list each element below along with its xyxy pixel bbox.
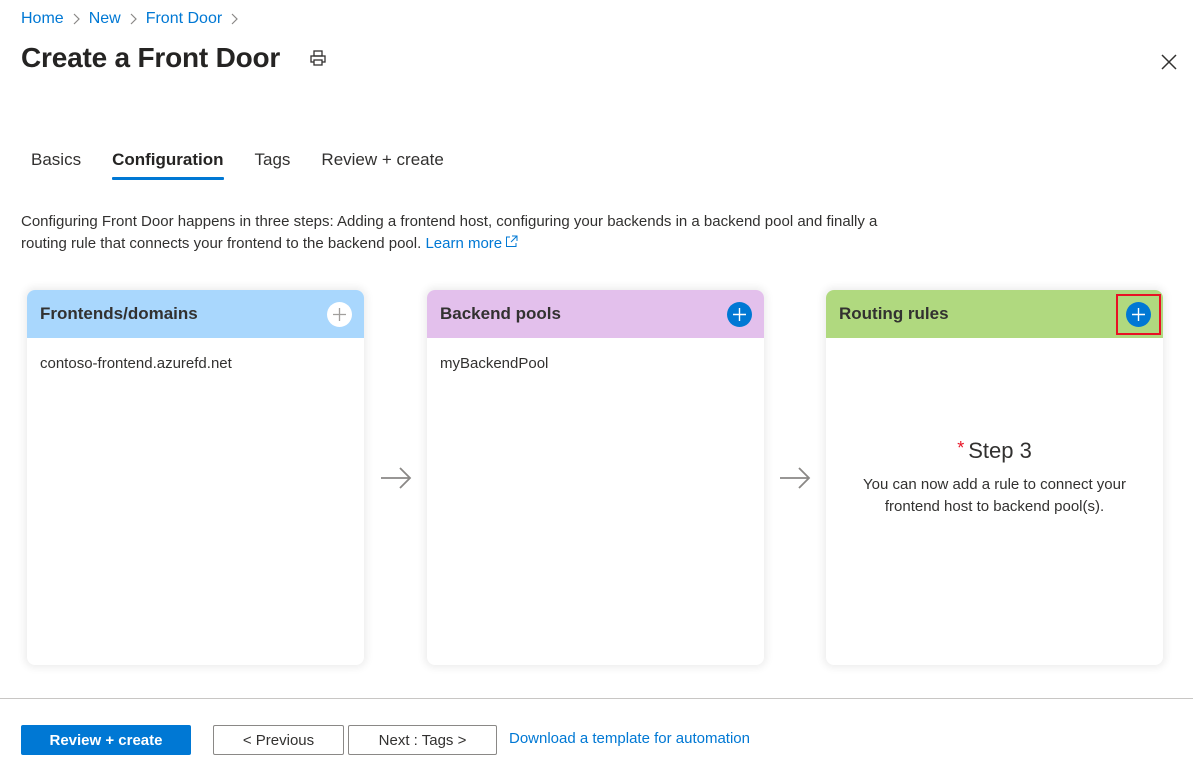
title-row: Create a Front Door (21, 42, 328, 74)
add-routing-rule-highlight (1116, 293, 1161, 335)
step-title: * Step 3 (957, 438, 1032, 463)
backend-pools-card-header: Backend pools (427, 290, 764, 338)
backend-pools-card-title: Backend pools (440, 304, 561, 323)
routing-rules-card: Routing rules * Step 3 You can now add a … (826, 290, 1163, 665)
breadcrumb-new[interactable]: New (89, 10, 121, 28)
breadcrumb-home[interactable]: Home (21, 10, 64, 28)
frontends-card: Frontends/domains contoso-frontend.azure… (27, 290, 364, 665)
frontends-card-body: contoso-frontend.azurefd.net (27, 338, 364, 389)
close-button[interactable] (1158, 51, 1180, 73)
print-icon[interactable] (308, 48, 328, 68)
breadcrumb: Home New Front Door (21, 10, 247, 28)
learn-more-link[interactable]: Learn more (425, 235, 518, 252)
required-marker: * (957, 438, 965, 458)
add-backend-pool-button[interactable] (727, 301, 752, 327)
plus-icon (733, 307, 746, 321)
tab-tags[interactable]: Tags (245, 148, 301, 178)
tab-review-create[interactable]: Review + create (311, 148, 453, 178)
external-link-icon (506, 235, 518, 247)
footer-divider (0, 698, 1193, 699)
step-message: You can now add a rule to connect your f… (863, 476, 1126, 515)
chevron-right-icon (72, 13, 81, 25)
previous-button[interactable]: < Previous (213, 725, 344, 755)
frontends-card-title: Frontends/domains (40, 304, 198, 323)
plus-icon (1132, 307, 1145, 321)
tab-basics[interactable]: Basics (21, 148, 91, 178)
arrow-right-icon (379, 464, 413, 492)
add-frontend-button[interactable] (327, 301, 352, 327)
chevron-right-icon (230, 13, 239, 25)
close-icon (1161, 54, 1177, 70)
backend-pools-card: Backend pools myBackendPool (427, 290, 764, 665)
frontend-item[interactable]: contoso-frontend.azurefd.net (40, 355, 351, 372)
page-title: Create a Front Door (21, 42, 281, 73)
arrow-right-icon (778, 464, 812, 492)
tab-bar: Basics Configuration Tags Review + creat… (21, 148, 465, 180)
breadcrumb-front-door[interactable]: Front Door (146, 10, 222, 28)
next-tags-button[interactable]: Next : Tags > (348, 725, 497, 755)
description: Configuring Front Door happens in three … (21, 211, 921, 255)
download-template-link[interactable]: Download a template for automation (509, 730, 750, 747)
plus-icon (333, 307, 346, 321)
routing-rules-card-title: Routing rules (839, 304, 949, 323)
tab-configuration[interactable]: Configuration (102, 148, 233, 180)
routing-rules-card-header: Routing rules (826, 290, 1163, 338)
backend-pool-item[interactable]: myBackendPool (440, 355, 751, 372)
routing-rules-empty-state: * Step 3 You can now add a rule to connec… (826, 438, 1163, 518)
backend-pools-card-body: myBackendPool (427, 338, 764, 389)
review-create-button[interactable]: Review + create (21, 725, 191, 755)
chevron-right-icon (129, 13, 138, 25)
add-routing-rule-button[interactable] (1126, 301, 1151, 327)
frontends-card-header: Frontends/domains (27, 290, 364, 338)
